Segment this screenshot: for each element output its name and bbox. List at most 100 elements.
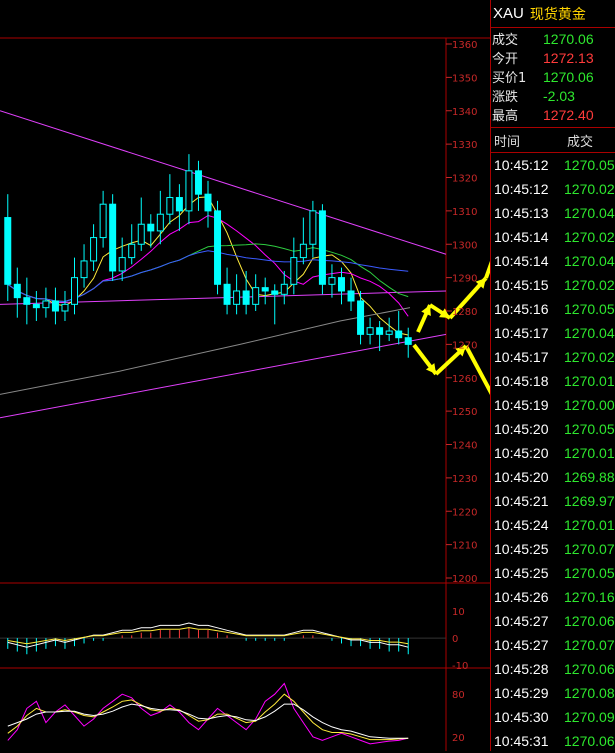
tick-price: 1270.04 xyxy=(564,325,615,341)
tick-row[interactable]: 10:45:27 1270.06 xyxy=(491,609,615,633)
tick-row[interactable]: 10:45:15 1270.02 xyxy=(491,273,615,297)
macd-axis-label: 10 xyxy=(452,607,465,618)
tick-price: 1269.97 xyxy=(564,493,615,509)
tick-price: 1269.88 xyxy=(564,469,615,485)
quote-row: 涨跌 -2.03 xyxy=(491,86,615,106)
tick-time: 10:45:14 xyxy=(494,229,549,245)
quote-value: 1270.06 xyxy=(543,68,594,85)
candle-body xyxy=(51,300,59,312)
tick-row[interactable]: 10:45:19 1270.00 xyxy=(491,393,615,417)
candle-body xyxy=(99,203,107,239)
tick-row[interactable]: 10:45:20 1270.05 xyxy=(491,417,615,441)
quote-label: 买价1 xyxy=(492,71,527,86)
tick-row[interactable]: 10:45:18 1270.01 xyxy=(491,369,615,393)
candle-body xyxy=(309,210,317,245)
tick-time: 10:45:27 xyxy=(494,613,549,629)
axis-tick-label: 1330 xyxy=(452,140,477,151)
candle-body xyxy=(261,287,269,292)
tick-time: 10:45:28 xyxy=(494,661,549,677)
axis-tick-label: 1320 xyxy=(452,174,477,185)
macd-axis-label: 0 xyxy=(452,634,458,645)
tick-price: 1270.02 xyxy=(564,181,615,197)
tick-time: 10:45:31 xyxy=(494,733,549,749)
candle-body xyxy=(147,223,155,232)
tick-time: 10:45:29 xyxy=(494,685,549,701)
candle-body xyxy=(109,203,117,272)
tick-row[interactable]: 10:45:25 1270.05 xyxy=(491,561,615,585)
candle-body xyxy=(280,283,288,295)
tick-row[interactable]: 10:45:20 1269.88 xyxy=(491,465,615,489)
trend-line-horizontal xyxy=(0,290,447,305)
tick-row[interactable]: 10:45:28 1270.06 xyxy=(491,657,615,681)
tick-row[interactable]: 10:45:17 1270.04 xyxy=(491,321,615,345)
axis-tick-label: 1260 xyxy=(452,374,477,385)
tick-price: 1270.05 xyxy=(564,157,615,173)
axis-tick-label: 1360 xyxy=(452,40,477,51)
candle-body xyxy=(337,277,345,292)
tick-row[interactable]: 10:45:25 1270.07 xyxy=(491,537,615,561)
candle-body xyxy=(290,257,298,285)
tick-price: 1270.06 xyxy=(564,733,615,749)
tick-price: 1270.04 xyxy=(564,253,615,269)
candle-body xyxy=(194,170,202,195)
candle-body xyxy=(376,327,384,335)
tick-header-time: 时间 xyxy=(494,134,521,150)
tick-row[interactable]: 10:45:24 1270.01 xyxy=(491,513,615,537)
symbol-code: XAU xyxy=(493,5,524,22)
tick-price: 1270.07 xyxy=(564,541,615,557)
tick-price: 1270.02 xyxy=(564,277,615,293)
candle-body xyxy=(204,193,212,212)
tick-price: 1270.02 xyxy=(564,349,615,365)
chart-grid xyxy=(0,37,490,751)
price-chart[interactable]: 1360 1350 1340 1330 1320 1310 1300 1290 1280 1270… xyxy=(0,0,490,751)
tick-row[interactable]: 10:45:20 1270.01 xyxy=(491,441,615,465)
ma-line-long xyxy=(0,307,411,395)
tick-row[interactable]: 10:45:26 1270.16 xyxy=(491,585,615,609)
tick-row[interactable]: 10:45:16 1270.05 xyxy=(491,297,615,321)
candle-body xyxy=(185,170,193,212)
quote-row: 今开 1272.13 xyxy=(491,48,615,68)
axis-tick-label: 1220 xyxy=(452,507,477,518)
chart-panel[interactable]: 1360 1350 1340 1330 1320 1310 1300 1290 1280 1270… xyxy=(0,0,490,751)
tick-price: 1270.05 xyxy=(564,421,615,437)
candles xyxy=(4,154,412,358)
axis-tick-label: 1280 xyxy=(452,307,477,318)
tick-row[interactable]: 10:45:13 1270.04 xyxy=(491,201,615,225)
tick-row[interactable]: 10:45:21 1269.97 xyxy=(491,489,615,513)
quote-header: XAU 现货黄金 xyxy=(491,0,615,28)
tick-time: 10:45:20 xyxy=(494,469,549,485)
macd-panel: 10 0 -10 xyxy=(0,607,468,672)
candle-body xyxy=(13,283,21,299)
quote-label: 最高 xyxy=(492,109,519,124)
candle-body xyxy=(385,330,393,335)
tick-row[interactable]: 10:45:12 1270.02 xyxy=(491,177,615,201)
candle-body xyxy=(223,283,231,305)
tick-row[interactable]: 10:45:27 1270.07 xyxy=(491,633,615,657)
tick-row[interactable]: 10:45:29 1270.08 xyxy=(491,681,615,705)
tick-price: 1270.05 xyxy=(564,565,615,581)
tick-row[interactable]: 10:45:17 1270.02 xyxy=(491,345,615,369)
tick-row[interactable]: 10:45:14 1270.04 xyxy=(491,249,615,273)
kdj-line xyxy=(7,693,409,741)
kdj-axis-label: 20 xyxy=(452,733,465,744)
tick-list[interactable]: 10:45:12 1270.05 10:45:12 1270.02 10:45:13 12… xyxy=(491,153,615,753)
candle-body xyxy=(156,213,164,232)
tick-price: 1270.01 xyxy=(564,373,615,389)
tick-time: 10:45:27 xyxy=(494,637,549,653)
candle-body xyxy=(166,197,174,215)
tick-header-price: 成交 xyxy=(567,134,594,150)
candle-body xyxy=(328,277,336,285)
tick-row[interactable]: 10:45:31 1270.06 xyxy=(491,729,615,753)
tick-time: 10:45:17 xyxy=(494,325,549,341)
candle-body xyxy=(71,277,79,305)
tick-time: 10:45:18 xyxy=(494,373,549,389)
tick-row[interactable]: 10:45:30 1270.09 xyxy=(491,705,615,729)
quote-label: 今开 xyxy=(492,52,519,67)
tick-row[interactable]: 10:45:12 1270.05 xyxy=(491,153,615,177)
candle-body xyxy=(80,260,88,279)
candle-body xyxy=(214,210,222,285)
tick-row[interactable]: 10:45:14 1270.02 xyxy=(491,225,615,249)
candle-body xyxy=(118,257,126,272)
tick-time: 10:45:25 xyxy=(494,541,549,557)
quote-label: 成交 xyxy=(492,33,519,48)
